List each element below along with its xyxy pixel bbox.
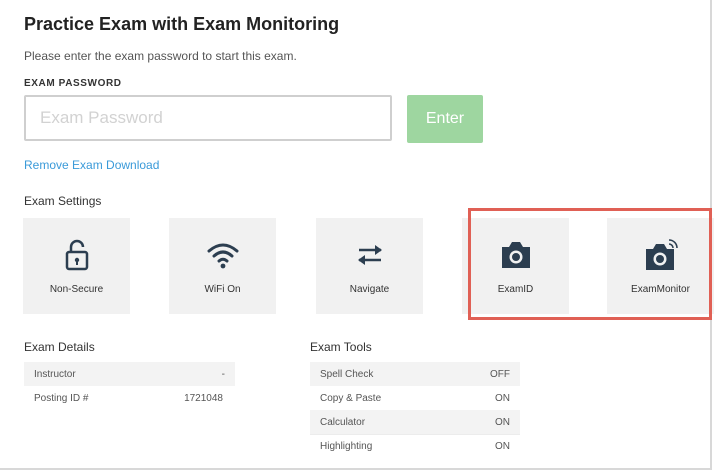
remove-exam-download-link[interactable]: Remove Exam Download (24, 158, 159, 172)
exam-tools-heading: Exam Tools (310, 340, 372, 354)
tool-value: ON (495, 416, 510, 428)
detail-key: Posting ID # (34, 392, 89, 404)
tool-key: Calculator (320, 416, 366, 428)
page-title: Practice Exam with Exam Monitoring (24, 14, 340, 34)
enter-button[interactable]: Enter (407, 95, 483, 143)
tile-label: ExamMonitor (631, 284, 690, 295)
camera-icon (501, 242, 530, 268)
tool-key: Copy & Paste (320, 392, 382, 404)
setting-tile-examid[interactable]: ExamID (462, 218, 569, 314)
tool-value: ON (495, 441, 510, 452)
password-input[interactable] (24, 95, 392, 141)
password-label: EXAM PASSWORD (24, 78, 122, 89)
setting-tile-navigate[interactable]: Navigate (316, 218, 423, 314)
exam-details-heading: Exam Details (24, 340, 95, 354)
tool-value: ON (495, 392, 510, 404)
tool-row-copy-paste: Copy & Paste ON (310, 386, 520, 410)
tool-row-highlighting: Highlighting ON (310, 434, 520, 458)
detail-row-posting-id: Posting ID # 1721048 (24, 386, 235, 410)
exam-settings-heading: Exam Settings (24, 194, 102, 208)
detail-value: 1721048 (184, 392, 223, 404)
tool-row-calculator: Calculator ON (310, 410, 520, 434)
camera-monitor-icon (645, 239, 678, 270)
wifi-icon (207, 243, 238, 269)
tile-label: WiFi On (204, 284, 241, 295)
tile-label: ExamID (497, 284, 534, 295)
unlock-icon (65, 239, 88, 271)
setting-tile-non-secure[interactable]: Non-Secure (23, 218, 130, 314)
tool-key: Highlighting (320, 441, 373, 452)
tool-value: OFF (490, 368, 510, 380)
detail-key: Instructor (34, 368, 76, 380)
detail-value: - (221, 368, 225, 380)
setting-tile-exammonitor[interactable]: ExamMonitor (607, 218, 714, 314)
page-subtitle: Please enter the exam password to start … (24, 49, 297, 63)
swap-arrows-icon (357, 245, 382, 265)
detail-row-instructor: Instructor - (24, 362, 235, 386)
tile-label: Non-Secure (49, 284, 104, 295)
tile-label: Navigate (349, 284, 390, 295)
tool-key: Spell Check (320, 368, 374, 380)
tool-row-spell-check: Spell Check OFF (310, 362, 520, 386)
setting-tile-wifi[interactable]: WiFi On (169, 218, 276, 314)
